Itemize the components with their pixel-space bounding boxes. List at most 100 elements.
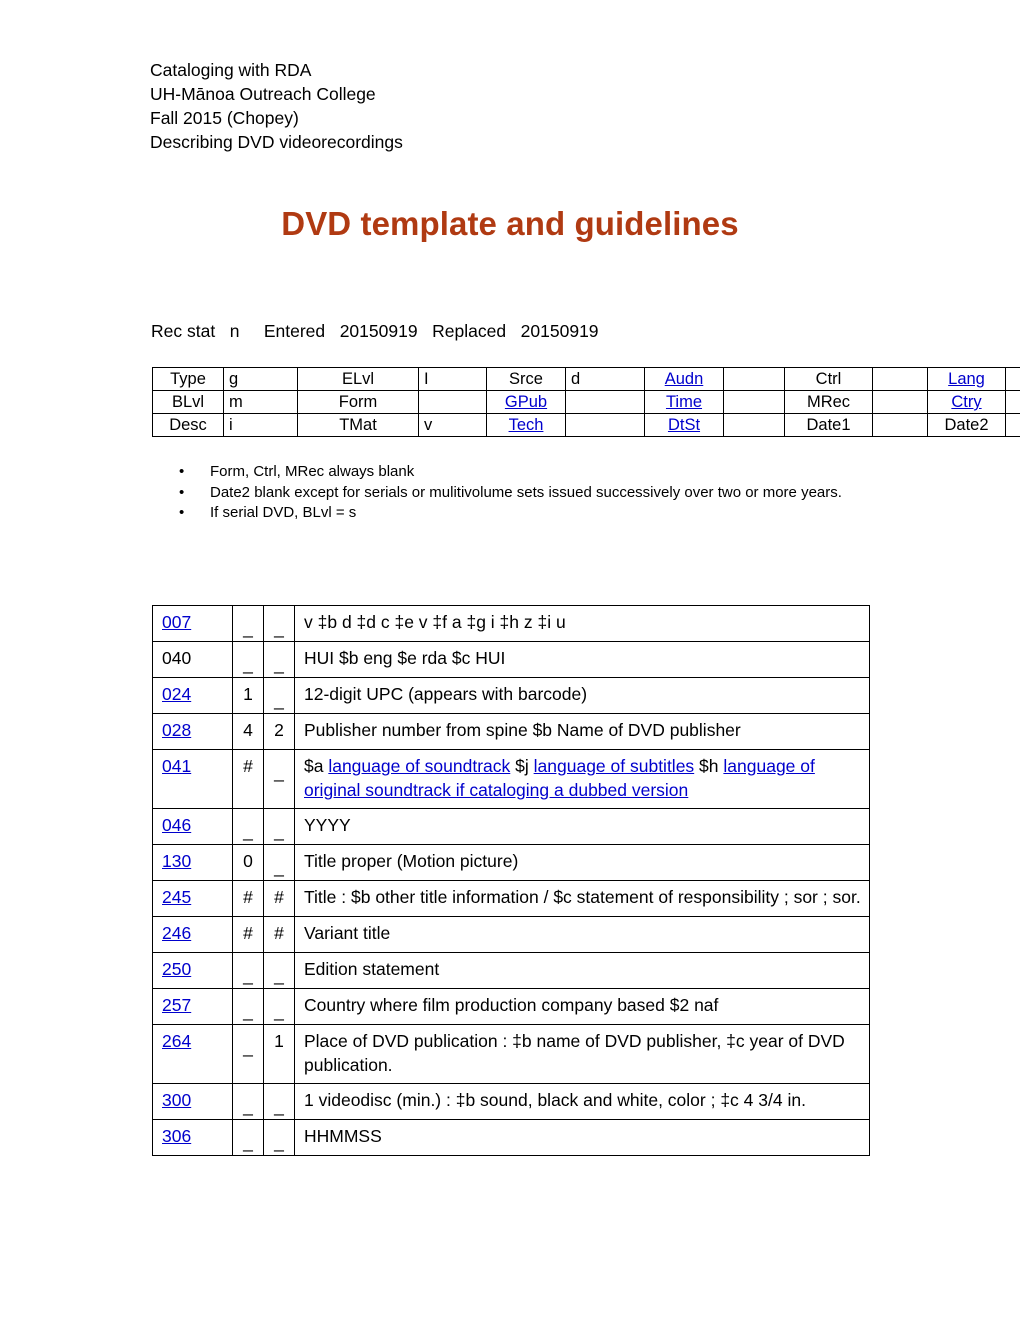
content-link[interactable]: language of soundtrack (328, 756, 510, 776)
fixed-field-value (723, 413, 785, 437)
fixed-field-link-ctry[interactable]: Ctry (927, 390, 1006, 414)
link-label[interactable]: Lang (948, 370, 985, 388)
marc-tag-link[interactable]: 046 (162, 815, 191, 835)
marc-field-content: Place of DVD publication : ‡b name of DV… (294, 1024, 870, 1084)
marc-indicator-2: 2 (263, 713, 295, 750)
marc-indicator-2: # (263, 916, 295, 953)
fixed-field-value: d (565, 367, 645, 391)
marc-indicator-1: # (232, 880, 264, 917)
table-row: 246 # # Variant title (152, 916, 870, 953)
content-text: v ‡b d ‡d c ‡e v ‡f a ‡g i ‡h z ‡i u (304, 612, 566, 632)
marc-field-content: Country where film production company ba… (294, 988, 870, 1025)
blank-indicator-mark: _ (243, 1132, 253, 1152)
blank-indicator-mark: _ (243, 821, 253, 841)
marc-field-content: $a language of soundtrack $j language of… (294, 749, 870, 809)
content-text: Title proper (Motion picture) (304, 851, 519, 871)
content-text: Country where film production company ba… (304, 995, 719, 1015)
marc-field-content: YYYY (294, 808, 870, 845)
marc-tag-024[interactable]: 024 (152, 677, 233, 714)
link-label[interactable]: DtSt (668, 416, 700, 434)
marc-indicator-1: _ (232, 1024, 264, 1084)
fixed-field-label: Srce (486, 367, 566, 391)
marc-tag-250[interactable]: 250 (152, 952, 233, 989)
marc-indicator-1: _ (232, 641, 264, 678)
list-item-text: Date2 blank except for serials or muliti… (210, 483, 842, 501)
marc-tag-246[interactable]: 246 (152, 916, 233, 953)
marc-tag-link[interactable]: 007 (162, 612, 191, 632)
marc-tag-245[interactable]: 245 (152, 880, 233, 917)
blank-indicator-mark: _ (274, 965, 284, 985)
marc-tag-link[interactable]: 041 (162, 756, 191, 776)
content-text: HUI $b eng $e rda $c HUI (304, 648, 506, 668)
marc-tag-link[interactable]: 245 (162, 887, 191, 907)
marc-indicator-1: _ (232, 808, 264, 845)
course-header: Cataloging with RDA UH-Mānoa Outreach Co… (150, 58, 403, 154)
fixed-field-value (1005, 367, 1020, 391)
marc-tag-264[interactable]: 264 (152, 1024, 233, 1084)
fixed-field-label: ELvl (297, 367, 419, 391)
fixed-field-link-dtst[interactable]: DtSt (644, 413, 724, 437)
bullet-icon: • (179, 504, 185, 521)
blank-indicator-mark: _ (243, 965, 253, 985)
fixed-field-link-time[interactable]: Time (644, 390, 724, 414)
fixed-field-link-gpub[interactable]: GPub (486, 390, 566, 414)
fixed-field-value (872, 390, 928, 414)
fixed-field-label: Ctrl (784, 367, 873, 391)
marc-tag-link[interactable]: 257 (162, 995, 191, 1015)
blank-indicator-mark: _ (243, 1037, 253, 1057)
marc-tag-link[interactable]: 246 (162, 923, 191, 943)
fixed-field-value: v (418, 413, 487, 437)
header-line-subject: Describing DVD videorecordings (150, 132, 403, 152)
marc-tag-link[interactable]: 250 (162, 959, 191, 979)
marc-tag-028[interactable]: 028 (152, 713, 233, 750)
link-label[interactable]: Ctry (951, 393, 981, 411)
marc-tag-link[interactable]: 024 (162, 684, 191, 704)
fixed-field-label: Type (152, 367, 224, 391)
blank-indicator-mark: _ (274, 618, 284, 638)
marc-indicator-2: _ (263, 1119, 295, 1156)
blank-indicator-mark: _ (274, 690, 284, 710)
marc-tag-007[interactable]: 007 (152, 605, 233, 642)
table-row: 306 _ _ HHMMSS (152, 1119, 870, 1156)
header-line-term: Fall 2015 (Chopey) (150, 108, 299, 128)
marc-tag-130[interactable]: 130 (152, 844, 233, 881)
content-text: $a (304, 756, 329, 776)
marc-tag-link[interactable]: 300 (162, 1090, 191, 1110)
content-text: 12-digit UPC (appears with barcode) (304, 684, 588, 704)
link-label[interactable]: GPub (505, 393, 547, 411)
marc-tag-046[interactable]: 046 (152, 808, 233, 845)
link-label[interactable]: Time (666, 393, 702, 411)
marc-tag-link[interactable]: 028 (162, 720, 191, 740)
marc-tag-link[interactable]: 130 (162, 851, 191, 871)
marc-indicator-2: _ (263, 952, 295, 989)
marc-tag-306[interactable]: 306 (152, 1119, 233, 1156)
link-label[interactable]: Tech (509, 416, 544, 434)
marc-tag-300[interactable]: 300 (152, 1083, 233, 1120)
table-row: 024 1 _ 12-digit UPC (appears with barcode) (152, 677, 870, 714)
fixed-field-value (872, 367, 928, 391)
blank-indicator-mark: _ (274, 762, 284, 782)
blank-indicator-mark: _ (243, 1096, 253, 1116)
marc-field-content: 12-digit UPC (appears with barcode) (294, 677, 870, 714)
marc-tag-257[interactable]: 257 (152, 988, 233, 1025)
fixed-field-value (723, 367, 785, 391)
fixed-field-link-lang[interactable]: Lang (927, 367, 1006, 391)
marc-indicator-1: _ (232, 1119, 264, 1156)
table-row: 257 _ _ Country where film production compa… (152, 988, 870, 1025)
fixed-field-link-tech[interactable]: Tech (486, 413, 566, 437)
content-text: Variant title (304, 923, 391, 943)
fixed-field-value (418, 390, 487, 414)
marc-field-content: Edition statement (294, 952, 870, 989)
link-label[interactable]: Audn (665, 370, 704, 388)
marc-tag-link[interactable]: 306 (162, 1126, 191, 1146)
table-row: 046 _ _ YYYY (152, 808, 870, 845)
fixed-field-link-audn[interactable]: Audn (644, 367, 724, 391)
marc-indicator-1: # (232, 749, 264, 809)
content-link[interactable]: language of subtitles (534, 756, 695, 776)
list-item: • Date2 blank except for serials or mulit… (176, 483, 882, 503)
marc-tag-link[interactable]: 264 (162, 1031, 191, 1051)
table-row: 041 # _ $a language of soundtrack $j langua… (152, 749, 870, 809)
fixed-field-value (872, 413, 928, 437)
marc-field-table: 007 _ _ v ‡b d ‡d c ‡e v ‡f a ‡g i ‡h z ‡i … (152, 605, 870, 1156)
marc-tag-041[interactable]: 041 (152, 749, 233, 809)
